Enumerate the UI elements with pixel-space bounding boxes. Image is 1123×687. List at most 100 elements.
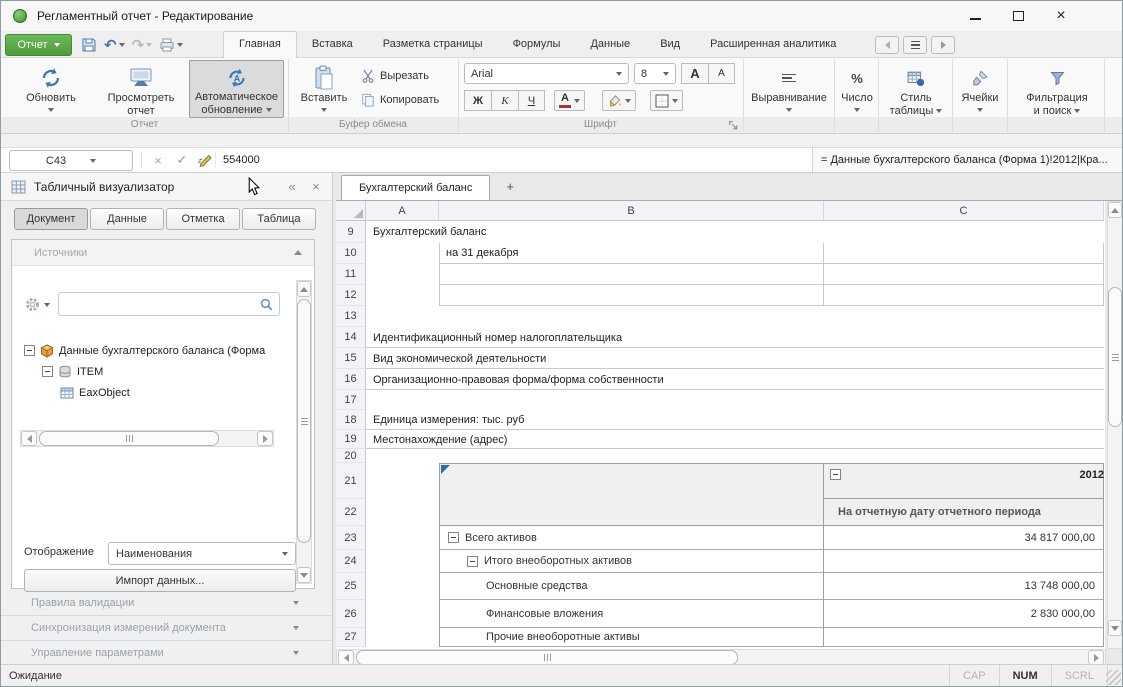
search-icon[interactable]: [259, 297, 274, 312]
row-header-13[interactable]: 13: [336, 306, 366, 327]
row-header-11[interactable]: 11: [336, 264, 366, 285]
add-sheet-button[interactable]: +: [490, 175, 530, 200]
scroll-thumb[interactable]: [1108, 287, 1122, 427]
cell-C21[interactable]: 2012: [824, 463, 1104, 499]
panel-tab-Отметка[interactable]: Отметка: [166, 208, 240, 230]
section-Управление параметрами[interactable]: Управление параметрами: [1, 641, 333, 666]
cell-B24[interactable]: Итого внеоборотных активов: [439, 550, 824, 573]
row-header-12[interactable]: 12: [336, 285, 366, 306]
ribbon-tab[interactable]: Главная: [223, 31, 297, 58]
borders-button[interactable]: [650, 90, 683, 111]
paste-button[interactable]: Вставить: [296, 60, 352, 113]
cell-C27[interactable]: [824, 628, 1104, 647]
row-header-23[interactable]: 23: [336, 526, 366, 550]
section-Правила валидации[interactable]: Правила валидации: [1, 591, 333, 616]
row-header-17[interactable]: 17: [336, 390, 366, 410]
row-header-14[interactable]: 14: [336, 327, 366, 348]
underline-button[interactable]: Ч: [518, 90, 545, 111]
scroll-right-button[interactable]: [257, 431, 273, 446]
ribbon-tab[interactable]: Расширенная аналитика: [695, 31, 851, 58]
display-mode-combo[interactable]: Наименования: [108, 542, 296, 565]
cell-B20[interactable]: [439, 449, 824, 463]
cell-C25[interactable]: 13 748 000,00: [824, 573, 1104, 600]
scroll-thumb[interactable]: [356, 650, 738, 665]
cell-B13[interactable]: [439, 306, 824, 327]
tab-list-button[interactable]: [903, 36, 927, 54]
cell-C14[interactable]: [824, 327, 1104, 348]
scroll-down-button[interactable]: [297, 567, 311, 583]
cell-B12[interactable]: [439, 285, 824, 306]
search-input[interactable]: [65, 294, 259, 314]
scroll-thumb[interactable]: [39, 431, 219, 446]
tree-item[interactable]: Данные бухгалтерского баланса (Форма: [24, 340, 265, 361]
formula-input[interactable]: 554000: [223, 148, 260, 172]
cell-A20[interactable]: [366, 449, 439, 463]
grid-vertical-scrollbar[interactable]: [1107, 201, 1123, 649]
sheet-tab[interactable]: Бухгалтерский баланс: [341, 175, 490, 200]
scroll-up-button[interactable]: [1108, 202, 1122, 218]
grow-font-button[interactable]: A: [681, 63, 708, 84]
cell-B9[interactable]: [439, 221, 824, 243]
scroll-left-button[interactable]: [338, 650, 354, 665]
ribbon-tab[interactable]: Данные: [575, 31, 645, 58]
tree-horizontal-scrollbar[interactable]: [20, 430, 274, 447]
cells-button[interactable]: Ячейки: [958, 60, 1002, 113]
cell-C18[interactable]: [824, 410, 1104, 430]
cell-A24[interactable]: [366, 550, 439, 573]
row-header-26[interactable]: 26: [336, 600, 366, 628]
cell-A17[interactable]: [366, 390, 439, 410]
cell-C10[interactable]: [824, 243, 1104, 264]
cancel-entry-button[interactable]: ×: [147, 153, 169, 168]
cell-C15[interactable]: [824, 348, 1104, 369]
collapse-row-icon[interactable]: [467, 556, 478, 567]
tree-expander-icon[interactable]: [42, 366, 53, 377]
source-options-button[interactable]: [24, 296, 50, 313]
row-header-27[interactable]: 27: [336, 628, 366, 647]
cell-B21[interactable]: [439, 463, 824, 499]
undo-button[interactable]: ↶: [102, 35, 127, 55]
cell-C12[interactable]: [824, 285, 1104, 306]
panel-tab-Данные[interactable]: Данные: [90, 208, 164, 230]
cell-C24[interactable]: [824, 550, 1104, 573]
scroll-down-button[interactable]: [1108, 620, 1122, 636]
cell-A13[interactable]: [366, 306, 439, 327]
cell-B17[interactable]: [439, 390, 824, 410]
cell-A21[interactable]: [366, 463, 439, 499]
import-data-button[interactable]: Импорт данных...: [24, 569, 296, 592]
row-header-21[interactable]: 21: [336, 463, 366, 499]
filter-search-button[interactable]: Фильтрация и поиск: [1013, 60, 1101, 119]
panel-vertical-scrollbar[interactable]: [296, 280, 312, 584]
redo-button[interactable]: ↷: [130, 35, 155, 55]
italic-button[interactable]: К: [491, 90, 518, 111]
cell-A10[interactable]: [366, 243, 439, 264]
cell-C20[interactable]: [824, 449, 1104, 463]
font-dialog-launcher[interactable]: [728, 120, 739, 131]
cell-A22[interactable]: [366, 499, 439, 526]
cell-B11[interactable]: [439, 264, 824, 285]
report-menu-button[interactable]: Отчет: [5, 34, 72, 56]
minimize-button[interactable]: [960, 1, 990, 31]
number-button[interactable]: % Число: [838, 60, 876, 113]
row-header-25[interactable]: 25: [336, 573, 366, 600]
collapse-panel-button[interactable]: «: [280, 179, 304, 194]
collapse-column-icon[interactable]: [830, 469, 841, 480]
sources-section-header[interactable]: Источники: [12, 240, 314, 266]
resize-grip[interactable]: [1106, 670, 1121, 685]
row-header-9[interactable]: 9: [336, 221, 366, 243]
cell-A12[interactable]: [366, 285, 439, 306]
panel-tab-Таблица[interactable]: Таблица: [242, 208, 316, 230]
alignment-button[interactable]: Выравнивание: [747, 60, 831, 113]
bold-button[interactable]: Ж: [464, 90, 491, 111]
confirm-entry-button[interactable]: ✓: [171, 152, 193, 168]
cell-B22[interactable]: [439, 499, 824, 526]
close-button[interactable]: ×: [1046, 1, 1076, 31]
table-style-button[interactable]: Стиль таблицы: [882, 60, 950, 119]
column-header-A[interactable]: A: [366, 201, 439, 221]
save-button[interactable]: [79, 35, 99, 55]
column-header-C[interactable]: C: [824, 201, 1104, 221]
refresh-button[interactable]: Обновить: [9, 60, 93, 113]
cell-C26[interactable]: 2 830 000,00: [824, 600, 1104, 628]
font-color-button[interactable]: А: [554, 90, 585, 111]
cell-A27[interactable]: [366, 628, 439, 647]
cell-C9[interactable]: [824, 221, 1104, 243]
